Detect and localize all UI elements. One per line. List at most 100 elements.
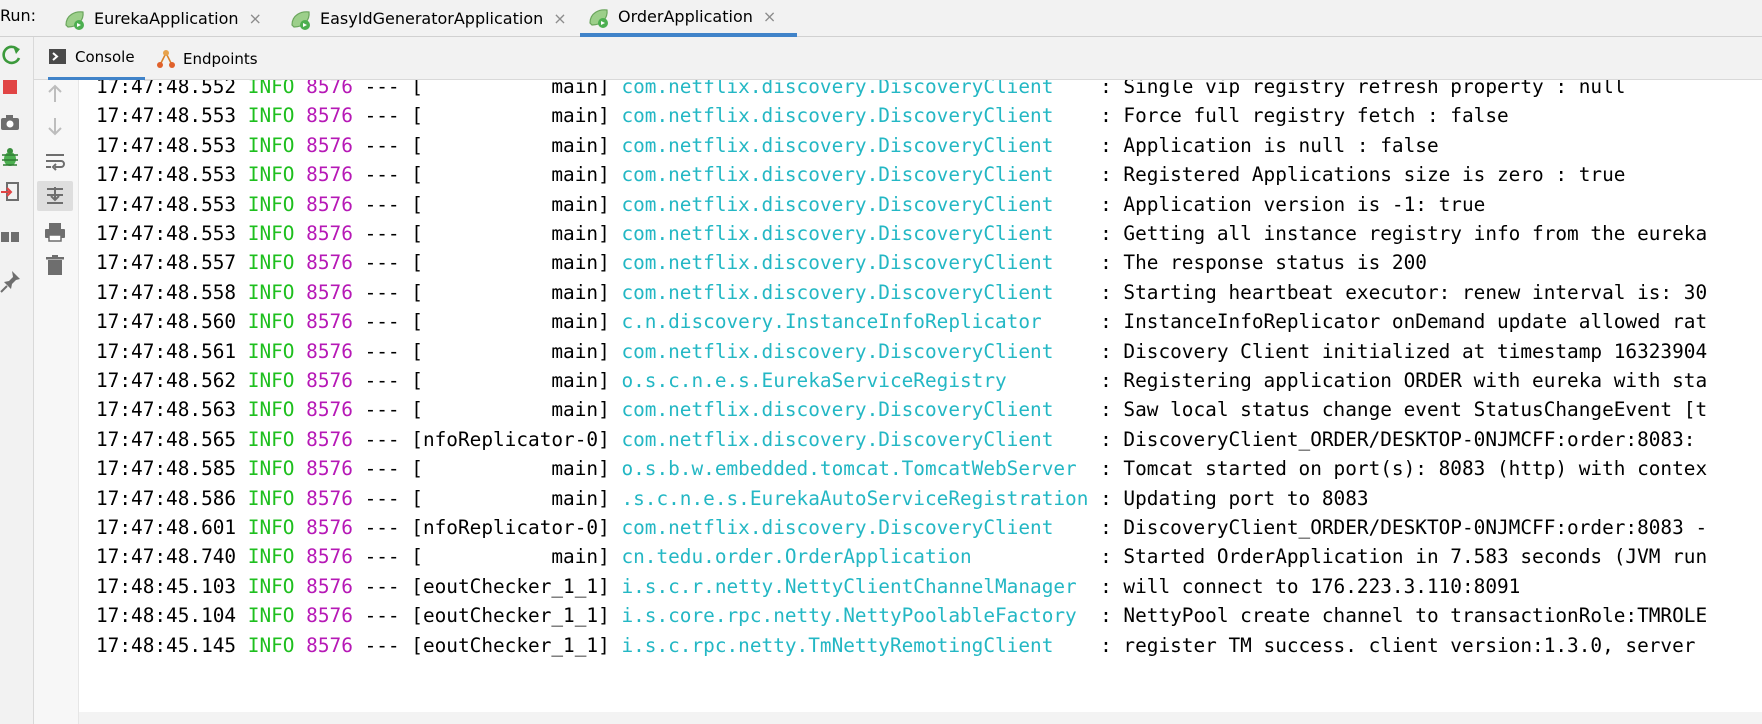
log-logger: .s.c.n.e.s.EurekaAutoServiceRegistration <box>621 486 1101 510</box>
log-message: : Application is null : false <box>1100 133 1439 157</box>
log-timestamp: 17:47:48.557 <box>96 251 237 275</box>
log-logger: com.netflix.discovery.DiscoveryClient <box>621 80 1101 98</box>
horizontal-scrollbar[interactable] <box>79 712 1762 724</box>
scroll-to-end-icon[interactable] <box>37 181 73 211</box>
log-timestamp: 17:47:48.558 <box>96 280 237 304</box>
tab-label: OrderApplication <box>618 7 753 26</box>
log-message: : Registered Applications size is zero :… <box>1100 163 1626 187</box>
log-message: : Force full registry fetch : false <box>1100 104 1509 128</box>
log-timestamp: 17:47:48.552 <box>96 80 237 98</box>
log-thread: [ main] <box>411 398 610 422</box>
log-line: 17:48:45.103 INFO 8576 --- [eoutChecker_… <box>96 570 1520 603</box>
trash-icon[interactable] <box>43 253 67 277</box>
log-message: : NettyPool create channel to transactio… <box>1100 604 1708 628</box>
log-logger: com.netflix.discovery.DiscoveryClient <box>621 222 1101 245</box>
camera-icon[interactable] <box>0 110 24 134</box>
close-icon[interactable]: × <box>249 9 262 28</box>
log-thread: [ main] <box>411 222 610 245</box>
log-thread: [ main] <box>411 163 610 187</box>
tab-console[interactable]: Console <box>48 37 145 80</box>
stop-icon[interactable] <box>0 76 24 100</box>
log-logger: i.s.c.rpc.netty.TmNettyRemotingClient <box>621 633 1101 657</box>
log-timestamp: 17:47:48.563 <box>96 398 237 422</box>
log-line: 17:47:48.553 INFO 8576 --- [ main] com.n… <box>96 217 1707 250</box>
log-timestamp: 17:47:48.553 <box>96 133 237 157</box>
log-line: 17:47:48.740 INFO 8576 --- [ main] cn.te… <box>96 540 1707 573</box>
close-icon[interactable]: × <box>553 9 566 28</box>
log-timestamp: 17:47:48.553 <box>96 192 237 216</box>
log-separator: --- <box>364 80 400 98</box>
log-logger: com.netflix.discovery.DiscoveryClient <box>621 398 1101 422</box>
log-thread: [ main] <box>411 133 610 157</box>
log-thread: [ main] <box>411 104 610 128</box>
log-level: INFO <box>247 574 295 598</box>
pin-icon[interactable] <box>0 269 24 293</box>
log-logger: com.netflix.discovery.DiscoveryClient <box>621 251 1101 275</box>
log-pid: 8576 <box>306 427 353 451</box>
exit-icon[interactable] <box>0 180 24 204</box>
log-logger: o.s.c.n.e.s.EurekaServiceRegistry <box>621 369 1101 392</box>
log-line: 17:47:48.565 INFO 8576 --- [nfoReplicato… <box>96 423 1707 456</box>
log-logger: c.n.discovery.InstanceInfoReplicator <box>621 310 1101 334</box>
rerun-icon[interactable] <box>0 43 24 67</box>
log-thread: [nfoReplicator-0] <box>411 516 610 539</box>
log-thread: [ main] <box>411 280 610 304</box>
log-pid: 8576 <box>306 457 353 481</box>
log-line: 17:47:48.561 INFO 8576 --- [ main] com.n… <box>96 335 1707 368</box>
print-icon[interactable] <box>43 220 67 244</box>
log-thread: [eoutChecker_1_1] <box>411 604 610 628</box>
log-separator: --- <box>364 427 400 451</box>
log-level: INFO <box>247 310 295 334</box>
spring-boot-app-icon <box>62 6 88 32</box>
log-level: INFO <box>247 398 295 422</box>
tab-endpoints[interactable]: Endpoints <box>156 37 258 80</box>
log-logger: cn.tedu.order.OrderApplication <box>621 545 1101 569</box>
log-line: 17:47:48.553 INFO 8576 --- [ main] com.n… <box>96 99 1509 132</box>
log-logger: com.netflix.discovery.DiscoveryClient <box>621 104 1101 128</box>
up-arrow-icon[interactable] <box>43 82 67 106</box>
log-line: 17:47:48.585 INFO 8576 --- [ main] o.s.b… <box>96 452 1707 485</box>
log-logger: com.netflix.discovery.DiscoveryClient <box>621 516 1101 539</box>
log-level: INFO <box>247 633 295 657</box>
log-logger: o.s.b.w.embedded.tomcat.TomcatWebServer <box>621 457 1101 481</box>
log-thread: [eoutChecker_1_1] <box>411 633 610 657</box>
layout-icon[interactable] <box>0 226 24 250</box>
log-separator: --- <box>364 310 400 334</box>
log-line: 17:47:48.553 INFO 8576 --- [ main] com.n… <box>96 129 1439 162</box>
log-level: INFO <box>247 280 295 304</box>
tab-eureka-application[interactable]: EurekaApplication × <box>56 0 262 37</box>
log-thread: [ main] <box>411 80 610 98</box>
log-line: 17:47:48.560 INFO 8576 --- [ main] c.n.d… <box>96 305 1707 338</box>
log-level: INFO <box>247 133 295 157</box>
tab-easyid-generator-application[interactable]: EasyIdGeneratorApplication × <box>282 0 567 37</box>
log-timestamp: 17:47:48.553 <box>96 163 237 187</box>
log-thread: [ main] <box>411 310 610 334</box>
tab-order-application[interactable]: OrderApplication × <box>580 0 797 37</box>
log-message: : Discovery Client initialized at timest… <box>1100 339 1708 363</box>
log-pid: 8576 <box>306 192 353 216</box>
log-line: 17:47:48.586 INFO 8576 --- [ main] .s.c.… <box>96 482 1369 515</box>
log-pid: 8576 <box>306 222 353 245</box>
log-pid: 8576 <box>306 310 353 334</box>
log-timestamp: 17:47:48.562 <box>96 369 237 392</box>
tab-label: EasyIdGeneratorApplication <box>320 9 544 28</box>
tab-endpoints-label: Endpoints <box>183 49 258 68</box>
log-thread: [nfoReplicator-0] <box>411 427 610 451</box>
log-separator: --- <box>364 133 400 157</box>
log-message: : Starting heartbeat executor: renew int… <box>1100 280 1708 304</box>
log-thread: [ main] <box>411 251 610 275</box>
log-thread: [ main] <box>411 457 610 481</box>
down-arrow-icon[interactable] <box>43 114 67 138</box>
console-output[interactable]: 17:47:48.552 INFO 8576 --- [ main] com.n… <box>79 80 1762 724</box>
log-line: 17:47:48.562 INFO 8576 --- [ main] o.s.c… <box>96 364 1707 397</box>
soft-wrap-icon[interactable] <box>43 149 67 173</box>
log-separator: --- <box>364 457 400 481</box>
debug-icon[interactable] <box>0 146 24 170</box>
run-left-toolbar <box>0 37 34 724</box>
log-message: : Saw local status change event StatusCh… <box>1100 398 1708 422</box>
log-pid: 8576 <box>306 280 353 304</box>
close-icon[interactable]: × <box>763 7 776 26</box>
console-subtab-bar: Console Endpoints <box>34 37 1762 80</box>
console-icon <box>48 47 68 67</box>
log-pid: 8576 <box>306 163 353 187</box>
